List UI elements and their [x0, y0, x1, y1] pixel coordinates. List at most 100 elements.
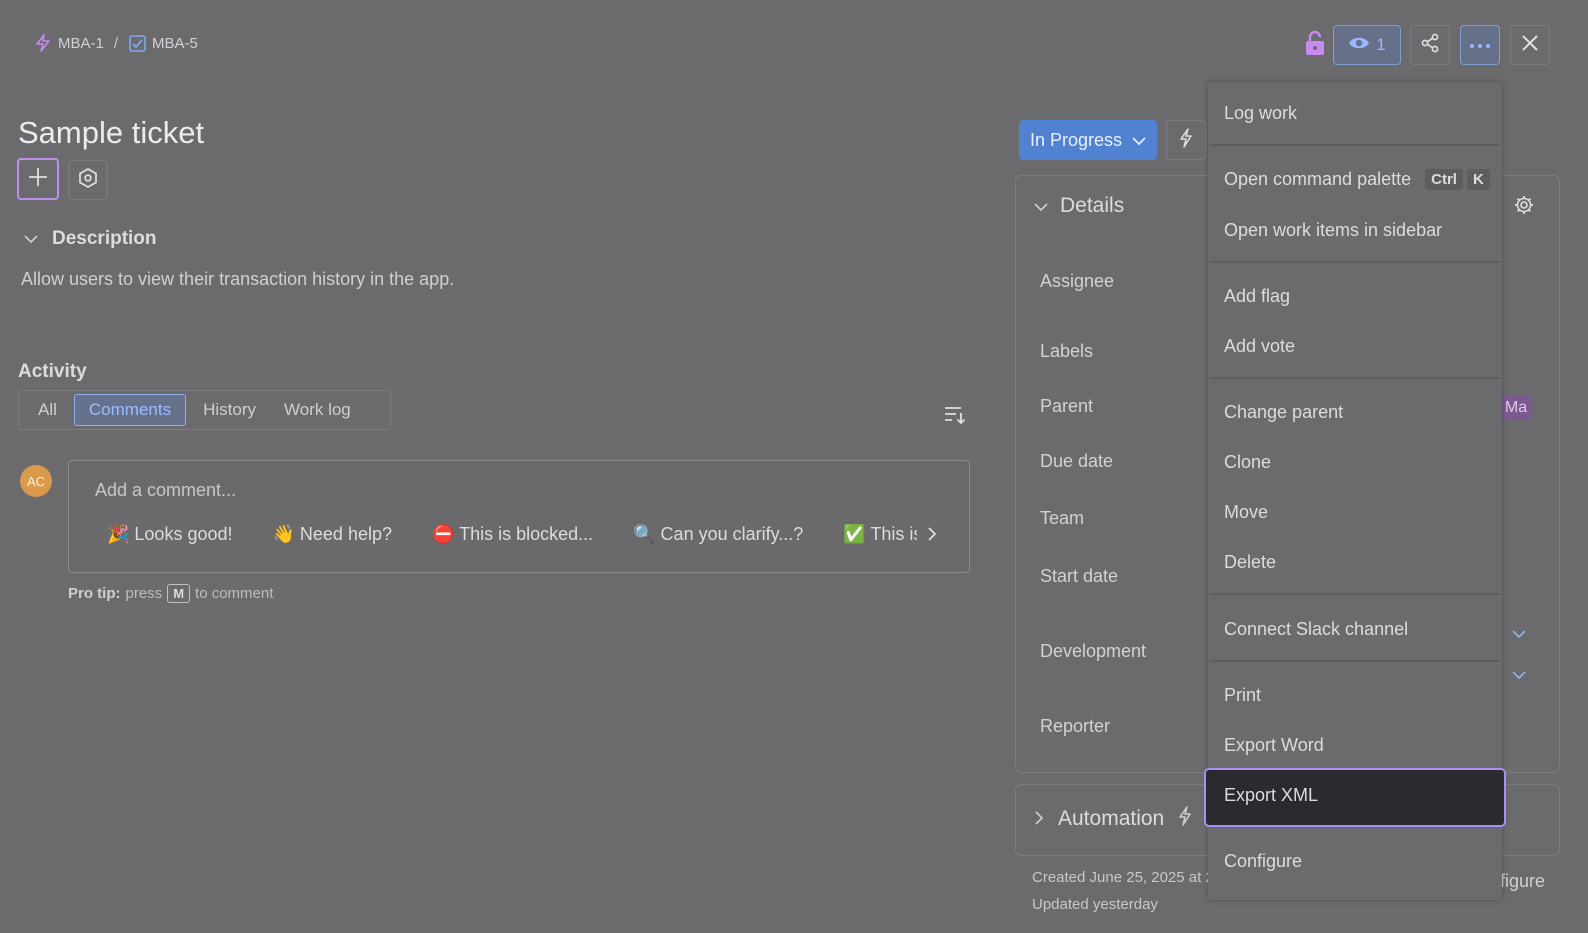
- field-due-date-label: Due date: [1040, 451, 1114, 471]
- menu-item-delete[interactable]: Delete: [1224, 552, 1276, 573]
- menu-item-configure[interactable]: Configure: [1224, 851, 1302, 872]
- pro-tip-press: press: [125, 585, 163, 602]
- menu-item-export-xml[interactable]: Export XML: [1224, 785, 1318, 806]
- menu-item-move[interactable]: Move: [1224, 502, 1268, 523]
- avatar: AC: [20, 465, 52, 497]
- breadcrumb: MBA-1 / MBA-5: [34, 34, 198, 52]
- field-labels-label: Labels: [1040, 341, 1094, 361]
- chevron-down-icon: [1132, 130, 1146, 151]
- automation-toggle[interactable]: Automation: [1034, 806, 1192, 832]
- unlock-icon: [1305, 30, 1325, 61]
- quick-reply-blocked[interactable]: ⛔ This is blocked...: [432, 524, 593, 545]
- eye-icon: [1348, 35, 1370, 56]
- field-reporter-label: Reporter: [1040, 716, 1111, 736]
- comment-editor[interactable]: Add a comment... 🎉 Looks good! 👋 Need he…: [68, 460, 970, 573]
- menu-divider: [1210, 261, 1500, 263]
- epic-lightning-icon: [34, 34, 52, 52]
- field-team-label: Team: [1040, 508, 1085, 528]
- add-button[interactable]: [17, 158, 59, 200]
- description-text[interactable]: Allow users to view their transaction hi…: [21, 269, 454, 290]
- details-heading: Details: [1060, 194, 1125, 217]
- menu-item-add-flag[interactable]: Add flag: [1224, 286, 1290, 307]
- automation-actions-button[interactable]: [1166, 120, 1206, 160]
- tab-history[interactable]: History: [192, 394, 267, 426]
- activity-heading: Activity: [18, 361, 87, 382]
- menu-item-open-command-palette[interactable]: Open command palette Ctrl K: [1224, 169, 1490, 190]
- more-actions-button[interactable]: [1460, 25, 1500, 65]
- field-parent-label: Parent: [1040, 396, 1094, 416]
- status-label: In Progress: [1029, 129, 1123, 150]
- menu-item-open-in-sidebar[interactable]: Open work items in sidebar: [1224, 220, 1442, 241]
- more-actions-menu: Log work Open command palette Ctrl K Ope…: [1204, 82, 1506, 900]
- menu-item-clone[interactable]: Clone: [1224, 452, 1271, 473]
- chevron-down-icon: [1512, 626, 1526, 643]
- pro-tip-key: M: [167, 584, 191, 603]
- kbd-ctrl: Ctrl: [1425, 169, 1463, 190]
- field-assignee-label: Assignee: [1040, 271, 1115, 291]
- lightning-icon: [1179, 127, 1193, 153]
- field-development-label: Development: [1040, 641, 1147, 661]
- tab-all[interactable]: All: [27, 394, 68, 426]
- parent-badge[interactable]: Ma: [1500, 395, 1532, 420]
- reporter-expand-button[interactable]: [1512, 667, 1526, 685]
- menu-item-change-parent[interactable]: Change parent: [1224, 402, 1343, 423]
- details-settings-button[interactable]: [1513, 194, 1535, 221]
- menu-item-add-vote[interactable]: Add vote: [1224, 336, 1295, 357]
- pro-tip-label: Pro tip:: [68, 585, 121, 602]
- menu-divider: [1210, 593, 1500, 595]
- description-heading: Description: [52, 228, 157, 249]
- menu-item-connect-slack[interactable]: Connect Slack channel: [1224, 619, 1408, 640]
- menu-divider: [1210, 377, 1500, 379]
- tab-comments[interactable]: Comments: [73, 394, 187, 426]
- quick-reply-on-track[interactable]: ✅ This is on track: [843, 524, 917, 545]
- chevron-down-icon: [24, 228, 38, 250]
- task-checkbox-icon: [128, 34, 146, 52]
- plus-icon: [28, 167, 48, 192]
- share-button[interactable]: [1410, 25, 1450, 65]
- quick-reply-clarify[interactable]: 🔍 Can you clarify...?: [633, 524, 803, 545]
- menu-divider: [1210, 144, 1500, 146]
- lightning-icon: [1178, 806, 1192, 832]
- chevron-down-icon: [1034, 194, 1048, 218]
- quick-reply-need-help[interactable]: 👋 Need help?: [273, 524, 393, 545]
- apps-button[interactable]: [68, 160, 108, 200]
- tab-work-log[interactable]: Work log: [273, 394, 362, 426]
- menu-item-label: Open command palette: [1224, 169, 1412, 189]
- ellipsis-icon: [1469, 36, 1491, 54]
- comment-placeholder[interactable]: Add a comment...: [95, 480, 236, 501]
- watch-count: 1: [1376, 35, 1386, 54]
- details-toggle[interactable]: Details: [1034, 194, 1124, 218]
- gear-icon: [1513, 196, 1535, 220]
- watch-button[interactable]: 1: [1333, 25, 1401, 65]
- breadcrumb-separator: /: [113, 34, 119, 52]
- quick-reply-looks-good[interactable]: 🎉 Looks good!: [107, 524, 233, 545]
- description-toggle[interactable]: Description: [24, 228, 157, 250]
- quick-replies: 🎉 Looks good! 👋 Need help? ⛔ This is blo…: [107, 524, 917, 545]
- ticket-title[interactable]: Sample ticket: [18, 115, 204, 151]
- activity-tabs: All Comments History Work log: [18, 390, 391, 430]
- chevron-right-icon: [1034, 807, 1044, 831]
- breadcrumb-item-link[interactable]: MBA-5: [152, 35, 198, 52]
- field-start-date-label: Start date: [1040, 566, 1119, 586]
- chevron-down-icon: [1512, 667, 1526, 684]
- pro-tip: Pro tip: press M to comment: [68, 584, 273, 603]
- sort-button[interactable]: [944, 405, 966, 430]
- hexagon-settings-icon: [78, 167, 98, 193]
- menu-item-print[interactable]: Print: [1224, 685, 1261, 706]
- development-expand-button[interactable]: [1512, 626, 1526, 644]
- menu-divider: [1210, 660, 1500, 662]
- menu-item-export-word[interactable]: Export Word: [1224, 735, 1324, 756]
- configure-link[interactable]: figure: [1500, 871, 1545, 892]
- chevron-right-icon: [927, 527, 937, 546]
- automation-heading: Automation: [1058, 807, 1165, 830]
- status-dropdown[interactable]: In Progress: [1019, 120, 1157, 160]
- menu-item-log-work[interactable]: Log work: [1224, 103, 1297, 124]
- restrict-access-button[interactable]: [1302, 30, 1328, 60]
- share-icon: [1420, 33, 1440, 58]
- close-button[interactable]: [1510, 25, 1550, 65]
- breadcrumb-parent-link[interactable]: MBA-1: [58, 35, 104, 52]
- kbd-k: K: [1466, 169, 1490, 190]
- updated-timestamp: Updated yesterday: [1032, 896, 1158, 913]
- sort-icon: [944, 407, 966, 429]
- quick-replies-next-button[interactable]: [927, 526, 937, 547]
